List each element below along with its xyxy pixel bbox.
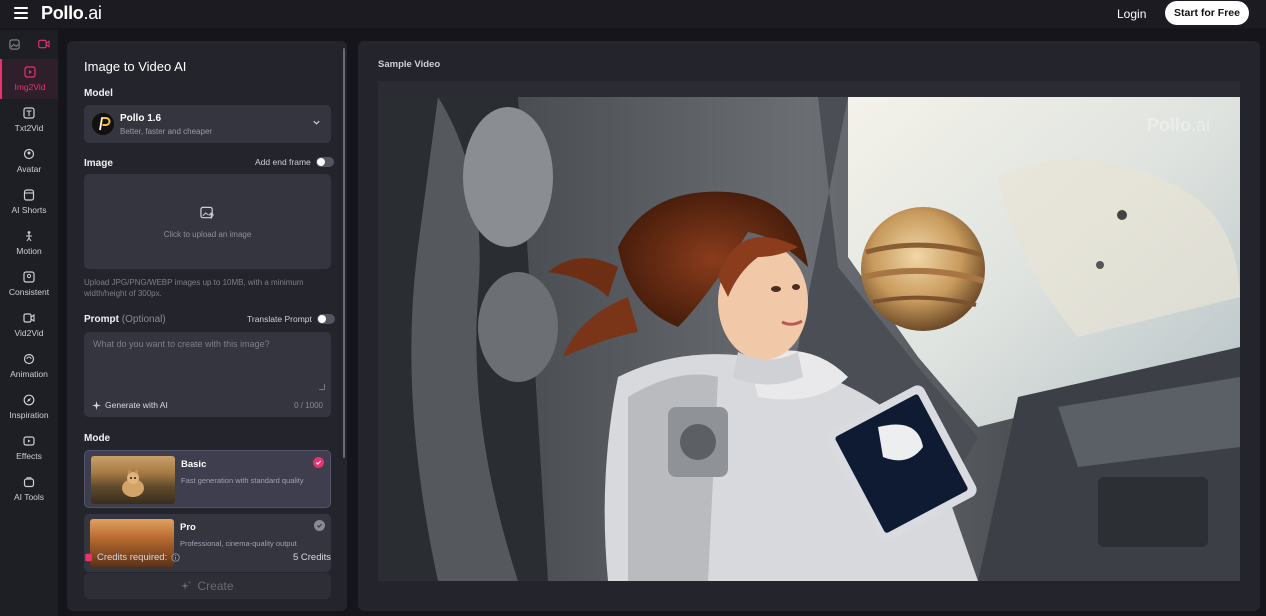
image-upload-area[interactable]: Click to upload an image [84, 174, 331, 269]
generation-form-panel: Image to Video AI Model Pollo 1.6 Better… [67, 41, 347, 611]
watermark: Pollo.ai [1147, 115, 1210, 136]
animation-icon [23, 353, 35, 365]
rail-item-consistent[interactable]: Consistent [0, 264, 58, 304]
sample-video-player[interactable]: Pollo.ai [378, 97, 1240, 581]
prompt-label-text: Prompt [84, 314, 119, 325]
rail-label: Vid2Vid [14, 328, 44, 338]
mode-option-basic[interactable]: Basic Fast generation with standard qual… [84, 450, 331, 508]
rail-label: AI Shorts [11, 205, 47, 215]
check-icon [314, 520, 325, 531]
mode-description: Professional, cinema-quality output [180, 539, 297, 548]
prompt-placeholder: What do you want to create with this ima… [93, 339, 270, 349]
watermark-suffix: .ai [1190, 115, 1210, 135]
credits-label: Credits required: [97, 552, 168, 563]
prompt-label: Prompt (Optional) [84, 314, 166, 325]
rail-item-inspiration[interactable]: Inspiration [0, 387, 58, 427]
pollo-model-icon [92, 113, 114, 135]
rail-label: Inspiration [9, 410, 49, 420]
end-frame-label: Add end frame [255, 157, 311, 167]
prompt-optional-text: (Optional) [121, 314, 166, 325]
sample-video-label: Sample Video [378, 59, 441, 70]
rail-label: Consistent [8, 287, 50, 297]
generate-label: Generate with AI [105, 400, 168, 410]
create-label: Create [197, 579, 234, 593]
image-label: Image [84, 158, 113, 169]
video-video-icon [23, 313, 35, 323]
compass-icon [23, 394, 35, 406]
rail-item-txt2vid[interactable]: Txt2Vid [0, 100, 58, 140]
basic-thumbnail [91, 456, 175, 504]
sample-video-panel: Sample Video Pollo.ai [358, 41, 1260, 611]
model-label: Model [84, 88, 113, 99]
rail-item-animation[interactable]: Animation [0, 346, 58, 386]
mode-name: Basic [181, 459, 207, 470]
upload-text: Click to upload an image [163, 230, 252, 239]
menu-icon[interactable] [14, 7, 28, 19]
end-frame-toggle-row: Add end frame [255, 157, 334, 167]
rail-item-vid2vid[interactable]: Vid2Vid [0, 305, 58, 345]
rail-label: AI Tools [13, 492, 45, 502]
video-frame: Pollo.ai [378, 81, 1240, 581]
motion-icon [26, 231, 32, 242]
rail-item-img2vid[interactable]: Img2Vid [0, 59, 58, 99]
rail-label: Img2Vid [14, 82, 46, 92]
check-selected-icon [313, 457, 324, 468]
resize-handle[interactable] [319, 384, 325, 390]
translate-label: Translate Prompt [247, 314, 312, 324]
form-title: Image to Video AI [84, 59, 187, 74]
model-name: Pollo 1.6 [120, 113, 162, 124]
generate-with-ai-button[interactable]: Generate with AI [92, 400, 168, 410]
astronaut-scene-image [378, 97, 1240, 581]
login-link[interactable]: Login [1117, 7, 1146, 21]
shorts-icon [23, 189, 35, 201]
char-counter: 0 / 1000 [294, 401, 323, 410]
credits-row: Credits required: 5 Credits [84, 552, 331, 564]
start-for-free-button[interactable]: Start for Free [1165, 1, 1249, 25]
mode-description: Fast generation with standard quality [181, 476, 304, 485]
logo-suffix: .ai [83, 3, 102, 23]
rail-mode-switch [0, 30, 58, 58]
model-select[interactable]: Pollo 1.6 Better, faster and cheaper [84, 105, 331, 143]
rail-item-ai-tools[interactable]: AI Tools [0, 469, 58, 509]
mode-label: Mode [84, 433, 111, 444]
logo-text: Pollo [41, 3, 84, 23]
tools-icon [23, 477, 35, 488]
sparkle-icon [92, 400, 101, 410]
avatar-icon [23, 148, 35, 160]
watermark-text: Pollo [1146, 115, 1191, 135]
video-mode-icon[interactable] [29, 30, 58, 58]
logo[interactable]: Pollo.ai [41, 3, 102, 24]
chevron-down-icon [313, 120, 320, 125]
end-frame-toggle[interactable] [315, 157, 334, 167]
rail-label: Txt2Vid [14, 123, 44, 133]
consistent-icon [23, 271, 35, 283]
prompt-textarea[interactable]: What do you want to create with this ima… [84, 332, 331, 417]
rail-label: Avatar [16, 164, 42, 174]
rail-label: Effects [16, 451, 42, 461]
translate-toggle-row: Translate Prompt [247, 314, 335, 324]
rail-label: Motion [16, 246, 42, 256]
credits-icon [84, 553, 93, 562]
mode-name: Pro [180, 522, 196, 533]
translate-toggle[interactable] [316, 314, 335, 324]
upload-image-icon [200, 206, 214, 219]
image-video-icon [24, 66, 36, 78]
top-bar: Pollo.ai Login Start for Free [0, 0, 1266, 28]
image-mode-icon[interactable] [0, 30, 29, 58]
left-rail: Img2Vid Txt2Vid Avatar AI Shorts Motion … [0, 30, 58, 616]
sparkle-icon [181, 581, 191, 590]
rail-label: Animation [10, 369, 48, 379]
info-icon[interactable] [171, 553, 180, 562]
form-scrollbar[interactable] [343, 48, 345, 458]
text-video-icon [23, 107, 35, 119]
effects-icon [23, 436, 35, 446]
rail-item-effects[interactable]: Effects [0, 428, 58, 468]
upload-hint: Upload JPG/PNG/WEBP images up to 10MB, w… [84, 278, 304, 298]
rail-item-ai-shorts[interactable]: AI Shorts [0, 182, 58, 222]
create-button[interactable]: Create [84, 573, 331, 599]
rail-item-motion[interactable]: Motion [0, 223, 58, 263]
model-description: Better, faster and cheaper [120, 127, 213, 136]
rail-item-avatar[interactable]: Avatar [0, 141, 58, 181]
credits-value: 5 Credits [292, 552, 331, 563]
